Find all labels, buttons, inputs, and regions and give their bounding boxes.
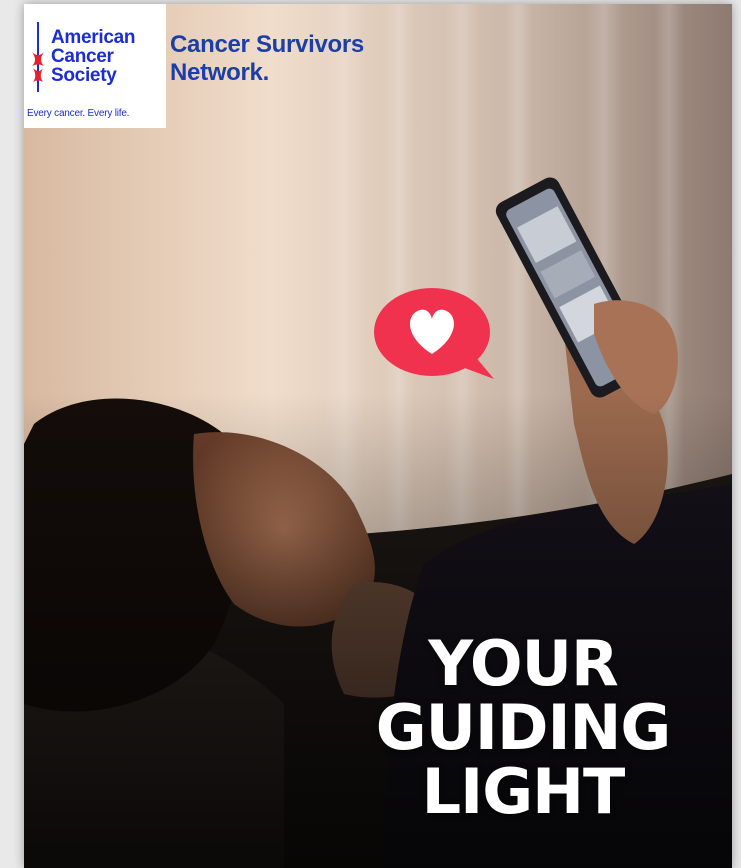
acs-logo[interactable]: American Cancer Society Every cancer. Ev… <box>24 4 166 128</box>
headline-line-2: GUIDING <box>375 691 672 764</box>
acs-name-line-1: American <box>51 27 136 48</box>
headline: YOUR GUIDING LIGHT <box>358 632 688 824</box>
network-name-line-2: Network. <box>170 59 269 86</box>
promo-card: American Cancer Society Every cancer. Ev… <box>24 4 732 868</box>
acs-tagline: Every cancer. Every life. <box>27 108 130 119</box>
survivors-network-wordmark[interactable]: Cancer Survivors Network. <box>170 31 364 87</box>
acs-sword-flag-icon <box>32 22 44 92</box>
network-name-line-1: Cancer Survivors <box>170 31 364 58</box>
headline-line-1: YOUR <box>428 627 618 700</box>
acs-wordmark: American Cancer Society <box>51 27 136 86</box>
headline-line-3: LIGHT <box>421 755 626 828</box>
acs-name-line-2: Cancer <box>51 46 114 67</box>
acs-name-line-3: Society <box>51 65 117 86</box>
